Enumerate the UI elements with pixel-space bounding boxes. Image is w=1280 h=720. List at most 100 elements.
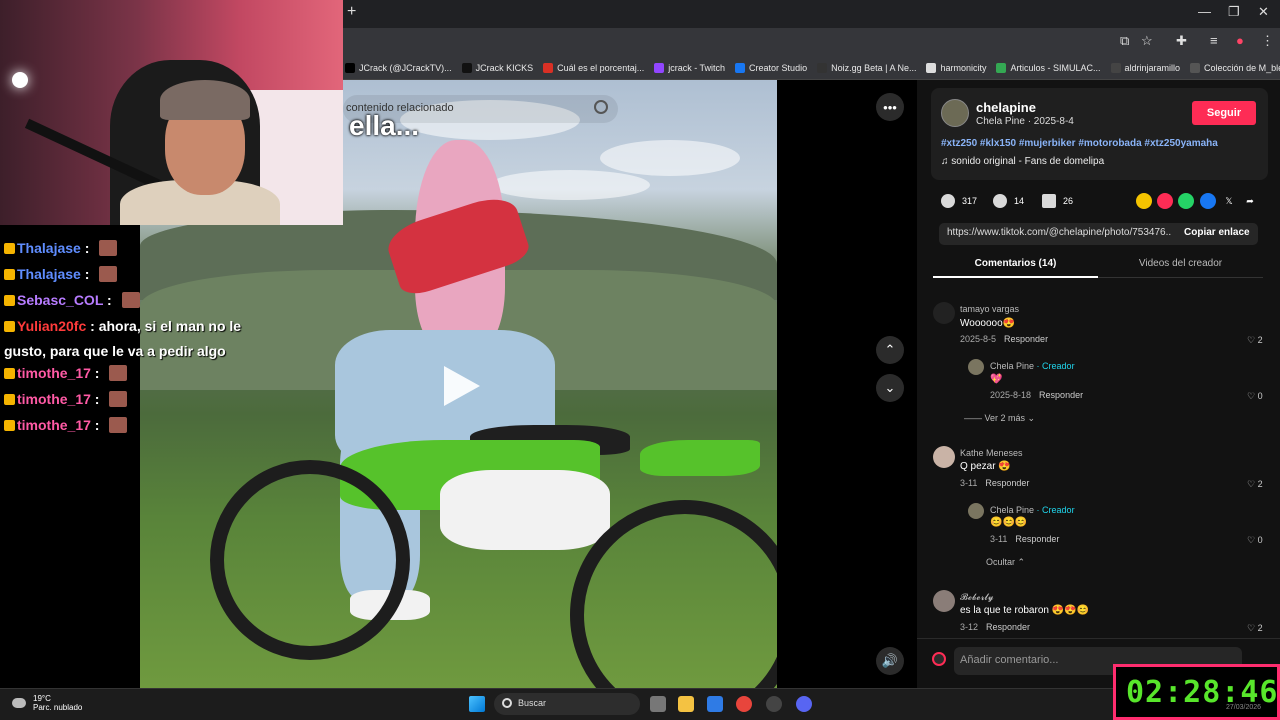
chat-username[interactable]: Thalajase <box>17 266 81 282</box>
comment-like-count[interactable]: ♡ 2 <box>1247 623 1263 634</box>
comment-avatar[interactable] <box>933 302 955 324</box>
chat-username[interactable]: Sebasc_COL <box>17 292 103 308</box>
obs-icon[interactable] <box>766 696 782 712</box>
task-view-icon[interactable] <box>650 696 666 712</box>
menu-icon[interactable]: ⋮ <box>1261 33 1274 49</box>
bookmark-favicon-icon <box>654 62 665 73</box>
send-icon[interactable] <box>1157 193 1173 209</box>
view-more-replies[interactable]: —— Ver 2 más ⌄ <box>964 413 1035 424</box>
bookmark-favicon-icon <box>1190 62 1201 73</box>
post-link[interactable]: https://www.tiktok.com/@chelapine/photo/… <box>947 227 1172 238</box>
play-icon[interactable] <box>444 366 480 406</box>
chat-username[interactable]: timothe_17 <box>17 365 91 381</box>
comment-like-count[interactable]: ♡ 2 <box>1247 335 1263 346</box>
copy-link-button[interactable]: Copiar enlace <box>1184 227 1250 238</box>
chat-username[interactable]: timothe_17 <box>17 417 91 433</box>
chrome-icon[interactable] <box>736 696 752 712</box>
taskbar-search[interactable]: Buscar <box>494 693 640 715</box>
comment-author[interactable]: 𝓑𝓮𝓫𝓮𝓻𝓵𝔂 <box>960 592 994 603</box>
chat-emote-icon <box>109 391 128 407</box>
cast-icon[interactable]: ⧉ <box>1120 33 1129 49</box>
author-subtitle: Chela Pine · 2025-8-4 <box>976 116 1074 127</box>
video-caption: ella... <box>349 110 420 141</box>
profile-icon[interactable]: ● <box>1236 33 1244 48</box>
bookmark-star-icon[interactable]: ☆ <box>1141 33 1153 49</box>
reply-button[interactable]: Responder <box>1039 390 1083 400</box>
chat-badge-icon <box>4 368 15 379</box>
volume-icon[interactable]: 🔊 <box>876 647 904 675</box>
bookmark-item[interactable]: Colección de M_blei... <box>1190 62 1280 73</box>
comment-author[interactable]: Chela Pine · Creador <box>990 361 1075 371</box>
comment-avatar[interactable] <box>933 446 955 468</box>
chat-message: Thalajase : <box>4 266 118 282</box>
new-tab-button[interactable]: + <box>347 3 356 21</box>
bookmark-item[interactable]: Creator Studio <box>735 62 807 73</box>
search-icon[interactable] <box>594 100 608 114</box>
discord-icon[interactable] <box>796 696 812 712</box>
chat-message: Thalajase : <box>4 240 118 256</box>
bookmark-item[interactable]: Noiz.gg Beta | A Ne... <box>817 62 916 73</box>
chevron-down-icon[interactable]: ⌄ <box>876 374 904 402</box>
avatar[interactable] <box>941 99 969 127</box>
cloud-icon <box>12 698 26 708</box>
minimize-icon[interactable]: — <box>1198 4 1211 19</box>
close-icon[interactable]: ✕ <box>1258 4 1269 20</box>
comment-like-count[interactable]: ♡ 0 <box>1247 535 1263 546</box>
file-explorer-icon[interactable] <box>678 696 694 712</box>
reply-button[interactable]: Responder <box>986 622 1030 632</box>
chat-emote-icon <box>121 292 140 308</box>
tab-creator-videos[interactable]: Videos del creador <box>1098 250 1263 278</box>
bookmark-item[interactable]: JCrack KICKS <box>461 62 533 73</box>
more-options-icon[interactable]: ••• <box>876 93 904 121</box>
reply-button[interactable]: Responder <box>985 478 1029 488</box>
comment-author[interactable]: tamayo vargas <box>960 304 1019 314</box>
comment-avatar[interactable] <box>933 590 955 612</box>
comment-icon <box>993 194 1007 208</box>
share-icon[interactable]: ➦ <box>1242 193 1258 209</box>
hide-replies[interactable]: Ocultar ⌃ <box>986 557 1025 568</box>
chat-username[interactable]: timothe_17 <box>17 391 91 407</box>
media-icon[interactable]: ≡ <box>1210 33 1218 48</box>
weather-widget[interactable]: 19°C Parc. nublado <box>12 694 82 712</box>
chat-emote-icon <box>109 365 128 381</box>
windows-start-icon[interactable] <box>469 696 485 712</box>
author-username[interactable]: chelapine <box>976 100 1036 115</box>
comment-author[interactable]: Kathe Meneses <box>960 448 1023 458</box>
bookmark-item[interactable]: Cuál es el porcentaj... <box>543 62 644 73</box>
sound-link[interactable]: ♫ sonido original - Fans de domelipa <box>941 156 1104 167</box>
comment-author[interactable]: Chela Pine · Creador <box>990 505 1075 515</box>
emoji-share-icon[interactable] <box>1136 193 1152 209</box>
comment-button[interactable]: 14 <box>993 194 1024 208</box>
comment-like-count[interactable]: ♡ 2 <box>1247 479 1263 490</box>
reply-button[interactable]: Responder <box>1004 334 1048 344</box>
hashtags[interactable]: #xtz250 #klx150 #mujerbiker #motorobada … <box>941 138 1218 149</box>
bookmark-item[interactable]: harmonicity <box>926 62 986 73</box>
chat-badge-icon <box>4 420 15 431</box>
facebook-icon[interactable] <box>1200 193 1216 209</box>
comment-count: 14 <box>1014 196 1025 206</box>
bookmark-item[interactable]: jcrack - Twitch <box>654 62 725 73</box>
like-button[interactable]: 317 <box>941 194 977 208</box>
bookmark-item[interactable]: aldrinjaramillo <box>1110 62 1180 73</box>
chat-badge-icon <box>4 295 15 306</box>
chevron-up-icon[interactable]: ⌃ <box>876 336 904 364</box>
whatsapp-icon[interactable] <box>1178 193 1194 209</box>
chat-username[interactable]: Thalajase <box>17 240 81 256</box>
bookmark-favicon-icon <box>996 62 1007 73</box>
extensions-icon[interactable]: ✚ <box>1176 33 1187 49</box>
maximize-icon[interactable]: ❐ <box>1228 4 1240 20</box>
save-count: 26 <box>1063 196 1074 206</box>
save-button[interactable]: 26 <box>1042 194 1073 208</box>
comment-like-count[interactable]: ♡ 0 <box>1247 391 1263 402</box>
tab-comments[interactable]: Comentarios (14) <box>933 250 1098 278</box>
x-icon[interactable]: 𝕏 <box>1221 193 1237 209</box>
follow-button[interactable]: Seguir <box>1192 101 1256 125</box>
reply-button[interactable]: Responder <box>1015 534 1059 544</box>
bookmark-item[interactable]: JCrack (@JCrackTV)... <box>345 62 452 73</box>
comment-avatar[interactable] <box>968 503 984 519</box>
chat-username[interactable]: Yulian20fc <box>17 318 86 334</box>
bookmark-item[interactable]: Articulos - SIMULAC... <box>996 62 1101 73</box>
chat-message: gusto, para que le va a pedir algo <box>4 343 226 359</box>
comment-avatar[interactable] <box>968 359 984 375</box>
mail-icon[interactable] <box>707 696 723 712</box>
